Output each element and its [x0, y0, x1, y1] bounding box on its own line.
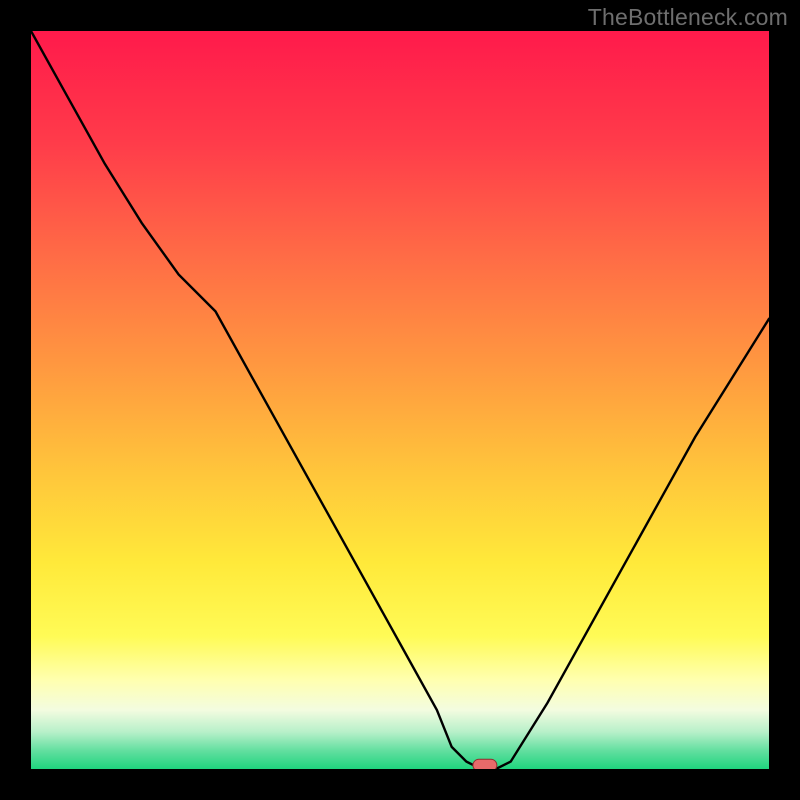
watermark-text: TheBottleneck.com	[588, 4, 788, 31]
gradient-background	[31, 31, 769, 769]
chart-svg	[31, 31, 769, 769]
plot-area	[31, 31, 769, 769]
optimal-point-marker	[473, 759, 497, 769]
chart-frame: TheBottleneck.com	[0, 0, 800, 800]
